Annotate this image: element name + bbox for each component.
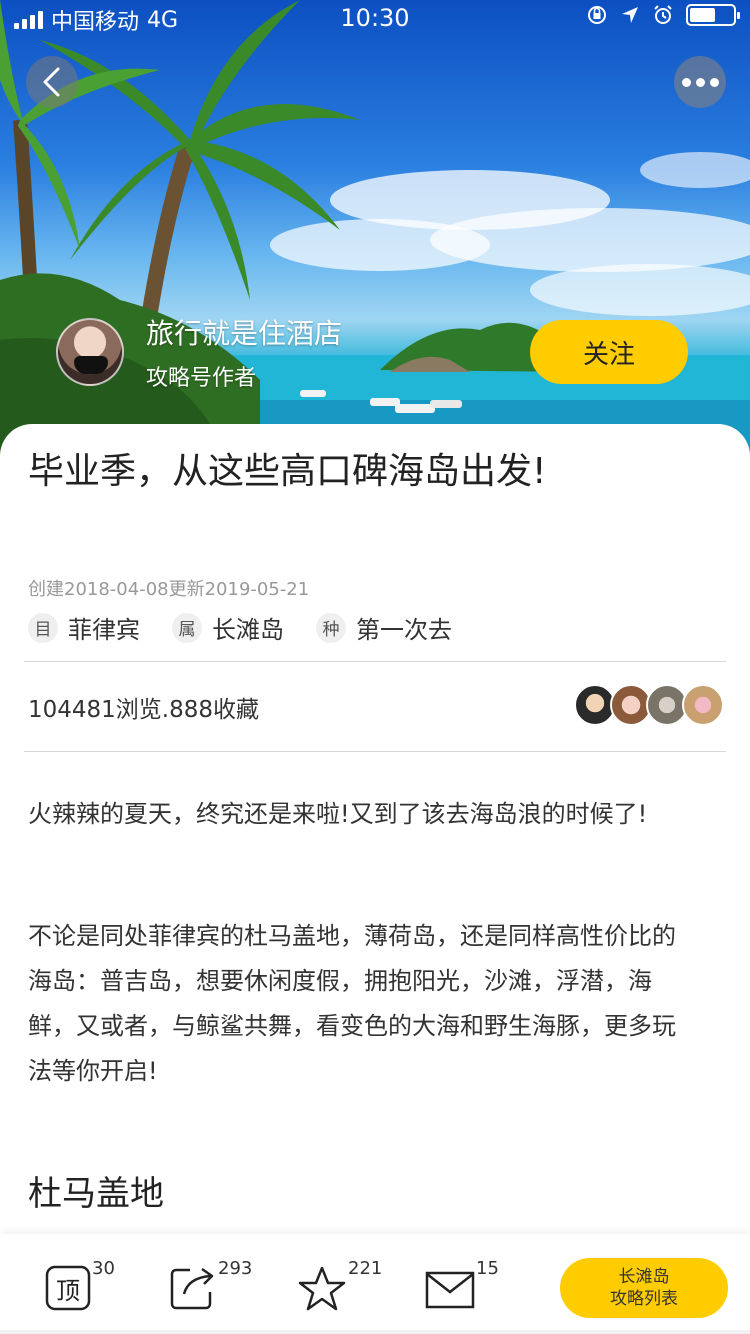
more-dot <box>695 77 705 87</box>
beach-scene-illustration <box>0 0 750 470</box>
tag-destination[interactable]: 目 菲律宾 <box>28 610 140 645</box>
reader-avatars[interactable] <box>574 684 724 726</box>
article-dates: 创建2018-04-08更新2019-05-21 <box>28 579 310 600</box>
location-icon <box>622 7 638 23</box>
share-button[interactable]: 293 <box>166 1234 266 1334</box>
view-favorite-stats: 104481浏览.888收藏 <box>28 697 260 723</box>
article-tags: 目 菲律宾 属 长滩岛 种 第一次去 <box>28 610 484 645</box>
tag-value: 第一次去 <box>356 616 452 644</box>
tag-mark: 目 <box>28 612 58 643</box>
section-heading: 杜马盖地 <box>28 1174 164 1214</box>
message-count: 15 <box>476 1258 499 1279</box>
author-name[interactable]: 旅行就是住酒店 <box>146 312 342 352</box>
bottom-action-bar: 顶 30 293 221 15 长滩岛 攻略列表 <box>0 1234 750 1334</box>
alarm-icon <box>654 5 672 24</box>
more-button[interactable] <box>674 56 726 108</box>
favorite-button[interactable]: 221 <box>296 1234 396 1334</box>
tag-mark: 属 <box>172 612 202 643</box>
avatar <box>682 684 724 726</box>
tag-mark: 种 <box>316 612 346 643</box>
top-count: 30 <box>92 1258 115 1279</box>
more-dots-icon <box>681 77 691 87</box>
tag-type[interactable]: 种 第一次去 <box>316 610 452 645</box>
message-button[interactable]: 15 <box>424 1234 524 1334</box>
author-role: 攻略号作者 <box>146 366 257 391</box>
status-bar: 中国移动 4G 10:30 <box>0 0 750 36</box>
home-indicator-strip <box>0 1330 750 1334</box>
guide-list-line2: 攻略列表 <box>610 1289 678 1309</box>
top-glyph: 顶 <box>56 1276 80 1305</box>
more-dot <box>709 77 719 87</box>
article-title: 毕业季，从这些高口碑海岛出发! <box>28 451 547 492</box>
divider <box>24 661 726 662</box>
tag-value: 菲律宾 <box>68 616 140 644</box>
author-avatar[interactable] <box>56 318 124 386</box>
cover-image: 中国移动 4G 10:30 旅行就是住酒店 攻略号作者 关注 <box>0 0 750 470</box>
chevron-left-icon <box>43 67 60 97</box>
tag-value: 长滩岛 <box>212 616 284 644</box>
guide-list-button[interactable]: 长滩岛 攻略列表 <box>560 1258 728 1318</box>
guide-list-line1: 长滩岛 <box>618 1267 670 1287</box>
back-button[interactable] <box>26 56 78 108</box>
article-paragraph: 火辣辣的夏天，终究还是来啦!又到了该去海岛浪的时候了! <box>28 800 648 828</box>
orientation-lock-icon <box>588 6 606 24</box>
article-paragraph: 不论是同处菲律宾的杜马盖地，薄荷岛，还是同样高性价比的海岛：普吉岛，想要休闲度假… <box>28 922 676 1085</box>
battery-icon <box>686 4 740 26</box>
share-count: 293 <box>218 1258 253 1279</box>
star-icon <box>298 1266 346 1311</box>
mail-icon <box>425 1271 475 1309</box>
share-icon <box>170 1267 214 1310</box>
follow-button[interactable]: 关注 <box>530 320 688 384</box>
favorite-count: 221 <box>348 1258 383 1279</box>
divider <box>24 751 726 752</box>
top-button[interactable]: 顶 30 <box>40 1234 130 1334</box>
tag-location[interactable]: 属 长滩岛 <box>172 610 284 645</box>
